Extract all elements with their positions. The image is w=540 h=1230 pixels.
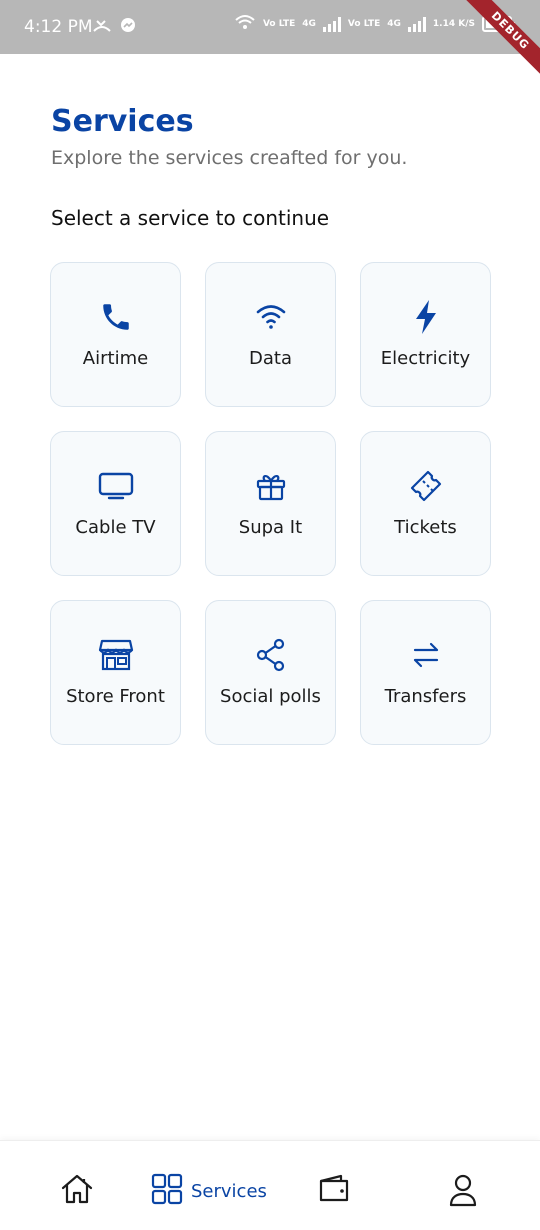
user-icon <box>448 1173 478 1212</box>
debug-banner: DEBUG <box>461 0 540 80</box>
service-label: Supa It <box>238 516 303 538</box>
store-icon <box>96 635 136 675</box>
nav-item-home[interactable] <box>60 1173 94 1210</box>
service-card-cable-tv[interactable]: Cable TV <box>50 431 181 576</box>
service-card-supa-it[interactable]: Supa It <box>205 431 336 576</box>
tv-icon <box>96 466 136 506</box>
status-time: 4:12 PM <box>24 17 93 37</box>
nav-item-services[interactable]: Services <box>151 1173 267 1210</box>
service-card-transfers[interactable]: Transfers <box>360 600 491 745</box>
network-label: 4G <box>387 19 401 29</box>
service-label: Airtime <box>82 347 149 369</box>
service-label: Social polls <box>220 685 321 707</box>
service-card-electricity[interactable]: Electricity <box>360 262 491 407</box>
service-card-data[interactable]: Data <box>205 262 336 407</box>
nav-item-profile[interactable] <box>448 1173 478 1212</box>
bottom-navigation: Services <box>0 1140 540 1230</box>
status-bar: 4:12 PM Vo LTE 4G Vo LTE 4G 1.14 K/S DEB… <box>0 0 540 80</box>
service-card-social-polls[interactable]: Social polls <box>205 600 336 745</box>
transfer-arrows-icon <box>406 635 446 675</box>
service-label: Store Front <box>66 685 165 707</box>
service-label: Cable TV <box>75 516 156 538</box>
wifi-icon <box>251 297 291 337</box>
wifi-status-icon <box>234 14 256 34</box>
network-speed: 1.14 K/S <box>432 19 475 29</box>
share-icon <box>251 635 291 675</box>
service-label: Transfers <box>384 685 467 707</box>
phone-icon <box>96 297 136 337</box>
signal-strength-icon <box>322 16 341 32</box>
service-card-tickets[interactable]: Tickets <box>360 431 491 576</box>
nav-item-wallet[interactable] <box>318 1173 352 1208</box>
network-label: 4G <box>302 19 316 29</box>
gift-icon <box>251 466 291 506</box>
wallet-icon <box>318 1173 352 1208</box>
signal-strength-icon <box>407 16 426 32</box>
services-grid: Airtime Data Electricity Cable TV Supa I… <box>50 262 491 745</box>
home-icon <box>60 1173 94 1210</box>
ticket-icon <box>406 466 446 506</box>
network-label: Vo LTE <box>347 19 381 29</box>
section-heading: Select a service to continue <box>51 206 330 230</box>
service-card-store-front[interactable]: Store Front <box>50 600 181 745</box>
service-card-airtime[interactable]: Airtime <box>50 262 181 407</box>
page-subtitle: Explore the services creafted for you. <box>51 147 408 169</box>
lightning-icon <box>406 297 446 337</box>
service-label: Tickets <box>394 516 457 538</box>
network-label: Vo LTE <box>262 19 296 29</box>
missed-call-icon <box>92 18 112 37</box>
grid-icon <box>151 1173 183 1210</box>
service-label: Electricity <box>380 347 471 369</box>
messenger-icon <box>120 17 136 37</box>
page-title: Services <box>51 104 194 139</box>
service-label: Data <box>249 347 292 369</box>
nav-label-services: Services <box>191 1181 267 1202</box>
